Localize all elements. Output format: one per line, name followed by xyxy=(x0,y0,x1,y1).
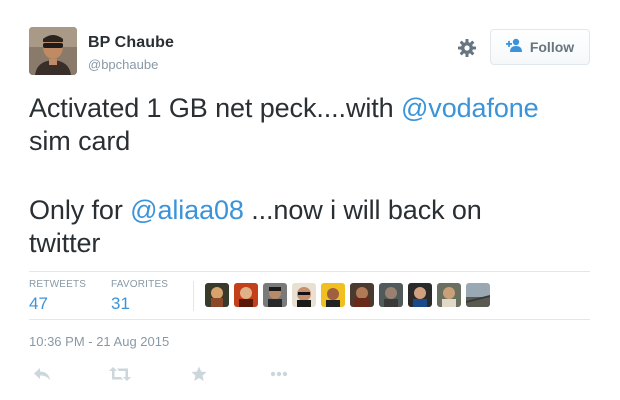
retweet-icon[interactable] xyxy=(109,364,131,384)
tweet-line-1: Activated 1 GB net peck....with @vodafon… xyxy=(29,92,599,125)
favoriter-avatar[interactable] xyxy=(350,283,374,307)
favorites-label: FAVORITES xyxy=(111,279,169,290)
tweet-line-2: sim card xyxy=(29,125,599,158)
gear-icon[interactable] xyxy=(455,36,479,60)
favorites-count: 31 xyxy=(111,294,130,313)
favoriter-avatar[interactable] xyxy=(437,283,461,307)
reply-icon[interactable] xyxy=(31,364,53,384)
tweet-line-4: twitter xyxy=(29,227,599,260)
author-name[interactable]: BP Chaube xyxy=(88,34,174,52)
follow-user-plus-icon xyxy=(505,38,524,57)
tweet-text-segment: sim card xyxy=(29,126,131,156)
favoriter-avatars xyxy=(205,283,490,307)
retweets-count: 47 xyxy=(29,294,48,313)
tweet-text-segment: twitter xyxy=(29,228,101,258)
follow-button-label: Follow xyxy=(529,39,575,55)
tweet-text-segment: Only for xyxy=(29,195,131,225)
divider xyxy=(29,319,590,320)
favoriter-avatar[interactable] xyxy=(321,283,345,307)
author-handle[interactable]: @bpchaube xyxy=(88,57,158,72)
tweet-text: Activated 1 GB net peck....with @vodafon… xyxy=(29,92,599,260)
divider xyxy=(29,271,590,272)
retweets-label: RETWEETS xyxy=(29,279,87,290)
tweet-text-segment: ...now i will back on xyxy=(243,195,482,225)
favorite-star-icon[interactable] xyxy=(188,364,210,384)
favoriter-avatar[interactable] xyxy=(379,283,403,307)
tweet-timestamp[interactable]: 10:36 PM - 21 Aug 2015 xyxy=(29,334,169,349)
divider xyxy=(193,281,194,311)
retweets-stat[interactable]: RETWEETS 47 xyxy=(29,279,86,314)
favoriter-avatar[interactable] xyxy=(205,283,229,307)
mention-link[interactable]: @aliaa08 xyxy=(130,195,244,225)
favoriter-avatar[interactable] xyxy=(408,283,432,307)
follow-button[interactable]: Follow xyxy=(490,29,590,65)
favoriter-avatar[interactable] xyxy=(234,283,258,307)
tweet-text-segment: Activated 1 GB net peck....with xyxy=(29,93,401,123)
favoriter-avatar[interactable] xyxy=(263,283,287,307)
tweet-line-3: Only for @aliaa08 ...now i will back on xyxy=(29,194,599,227)
mention-link[interactable]: @vodafone xyxy=(401,93,539,123)
tweet-card: BP Chaube @bpchaube Follow Activated 1 G… xyxy=(0,0,620,400)
author-avatar[interactable] xyxy=(29,27,77,75)
favoriter-avatar[interactable] xyxy=(466,283,490,307)
more-dots-icon[interactable] xyxy=(268,364,290,384)
favorites-stat[interactable]: FAVORITES 31 xyxy=(111,279,168,314)
favoriter-avatar[interactable] xyxy=(292,283,316,307)
